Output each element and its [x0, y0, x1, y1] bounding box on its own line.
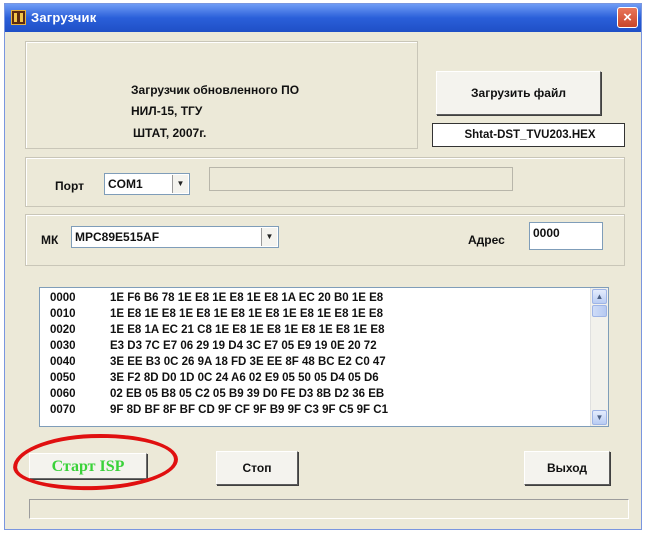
mcu-select[interactable]: MPC89E515AF ▼ [71, 226, 279, 248]
hex-row: 0060 02 EB 05 B8 05 C2 05 B9 39 D0 FE D3 … [50, 388, 385, 400]
hex-row: 0000 1E F6 B6 78 1E E8 1E E8 1E E8 1A EC … [50, 292, 384, 304]
hex-row: 0030 E3 D3 7C E7 06 29 19 D4 3C E7 05 E9 … [50, 340, 377, 352]
scroll-thumb[interactable] [592, 305, 607, 317]
app-icon [11, 10, 26, 25]
address-label: Адрес [468, 233, 505, 247]
info-line-3: ШТАТ, 2007г. [133, 126, 207, 140]
scroll-up-icon[interactable]: ▲ [592, 289, 607, 304]
hex-dump-view[interactable]: 0000 1E F6 B6 78 1E E8 1E E8 1E E8 1A EC … [39, 287, 609, 427]
info-line-2: НИЛ-15, ТГУ [131, 104, 203, 118]
address-input[interactable]: 0000 [529, 222, 603, 250]
mcu-selected-value: MPC89E515AF [75, 230, 160, 244]
hex-row: 0010 1E E8 1E E8 1E E8 1E E8 1E E8 1E E8 … [50, 308, 383, 320]
hex-row: 0070 9F 8D BF 8F BF CD 9F CF 9F B9 9F C3 … [50, 404, 388, 416]
hex-scrollbar[interactable]: ▲ ▼ [590, 288, 608, 426]
title-bar[interactable]: Загрузчик × [5, 4, 641, 32]
port-label: Порт [55, 179, 85, 193]
hex-row: 0050 3E F2 8D D0 1D 0C 24 A6 02 E9 05 50 … [50, 372, 379, 384]
port-select[interactable]: COM1 ▼ [104, 173, 190, 195]
scroll-down-icon[interactable]: ▼ [592, 410, 607, 425]
close-button[interactable]: × [617, 7, 638, 28]
annotation-circle [12, 431, 179, 493]
chevron-down-icon[interactable]: ▼ [261, 228, 277, 246]
hex-row: 0040 3E EE B3 0C 26 9A 18 FD 3E EE 8F 48 … [50, 356, 386, 368]
window-title: Загрузчик [31, 10, 97, 25]
port-status-field [209, 167, 513, 191]
mcu-label: МК [41, 233, 59, 247]
chevron-down-icon[interactable]: ▼ [172, 175, 188, 193]
filename-field: Shtat-DST_TVU203.HEX [432, 123, 625, 147]
info-line-1: Загрузчик обновленного ПО [131, 83, 300, 97]
load-file-button[interactable]: Загрузить файл [436, 71, 601, 115]
main-window: Загрузчик × Загрузчик обновленного ПО НИ… [4, 3, 642, 530]
port-selected-value: COM1 [108, 177, 143, 191]
exit-button[interactable]: Выход [524, 451, 610, 485]
stop-button[interactable]: Стоп [216, 451, 298, 485]
progress-bar [29, 499, 629, 519]
hex-row: 0020 1E E8 1A EC 21 C8 1E E8 1E E8 1E E8 … [50, 324, 385, 336]
